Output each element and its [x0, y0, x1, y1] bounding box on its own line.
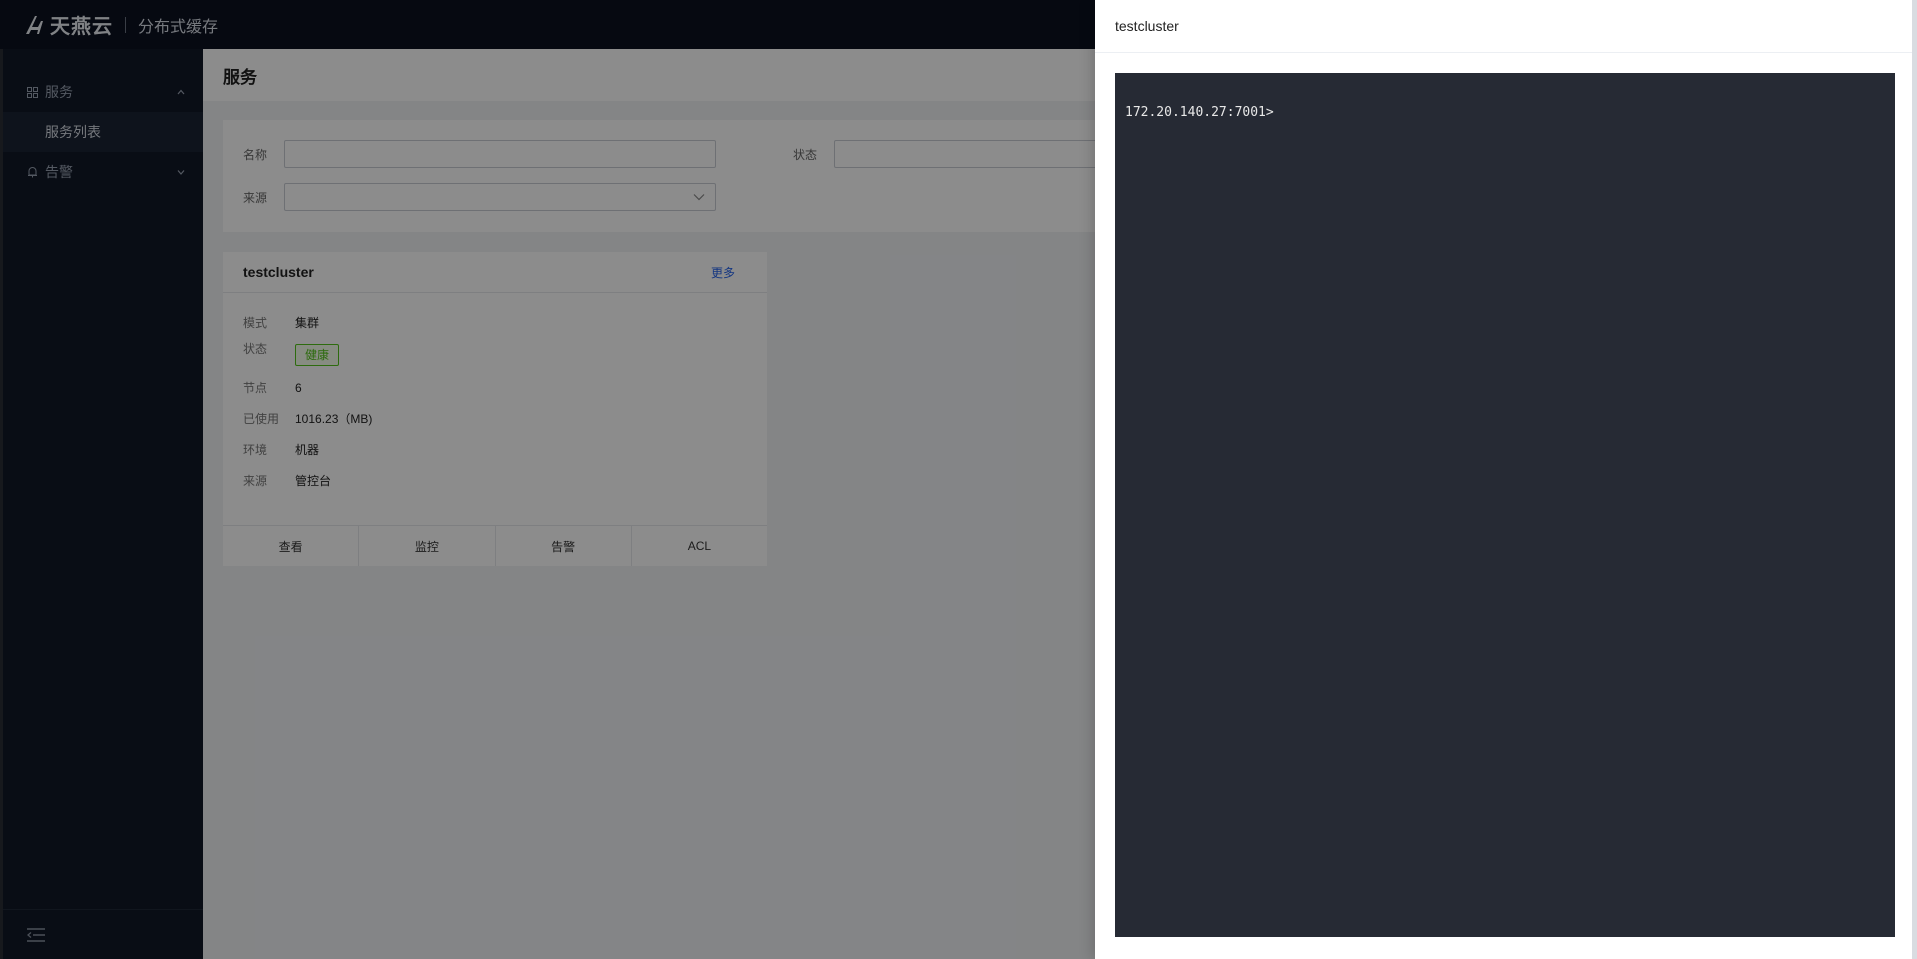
terminal-console[interactable]: 172.20.140.27:7001>: [1115, 73, 1895, 937]
drawer-edge: [1912, 0, 1917, 959]
console-drawer: testcluster 172.20.140.27:7001>: [1095, 0, 1917, 959]
terminal-prompt: 172.20.140.27:7001>: [1125, 105, 1274, 120]
drawer-mask[interactable]: [0, 0, 1095, 959]
drawer-title: testcluster: [1095, 0, 1917, 53]
